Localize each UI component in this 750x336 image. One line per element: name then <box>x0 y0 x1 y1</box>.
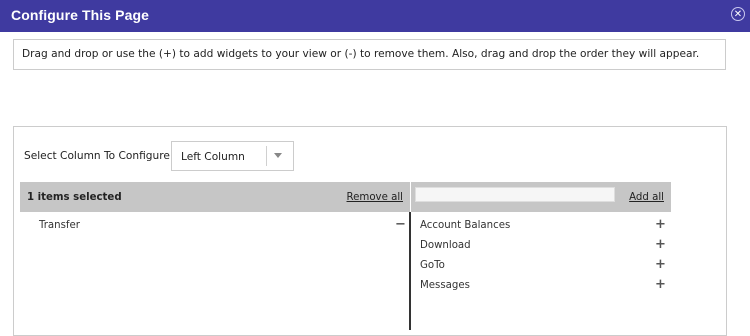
add-icon[interactable]: + <box>655 217 666 233</box>
column-select[interactable]: Left Column <box>171 141 294 171</box>
selected-widgets-header: 1 items selected Remove all <box>20 182 410 212</box>
chevron-down-icon[interactable] <box>274 153 282 158</box>
configure-page-dialog: Configure This Page ✕ Drag and drop or u… <box>0 0 750 336</box>
available-widgets-header: Add all <box>411 182 671 212</box>
widget-label: Account Balances <box>420 220 511 231</box>
widget-label: Download <box>420 240 471 251</box>
available-widget-messages[interactable]: Messages + <box>411 276 671 294</box>
widget-label: Transfer <box>39 220 80 231</box>
instructions-text: Drag and drop or use the (+) to add widg… <box>13 39 726 70</box>
selected-count: 1 items selected <box>27 192 122 203</box>
add-all-link[interactable]: Add all <box>629 192 664 203</box>
add-icon[interactable]: + <box>655 277 666 293</box>
available-widget-account-balances[interactable]: Account Balances + <box>411 216 671 234</box>
select-divider <box>266 146 267 166</box>
widget-filter-input[interactable] <box>415 187 615 202</box>
add-icon[interactable]: + <box>655 257 666 273</box>
available-widget-download[interactable]: Download + <box>411 236 671 254</box>
selected-widgets-list: Transfer − <box>20 212 410 330</box>
dialog-title: Configure This Page <box>11 7 150 23</box>
remove-all-link[interactable]: Remove all <box>347 192 403 203</box>
widget-label: GoTo <box>420 260 445 271</box>
close-icon[interactable]: ✕ <box>731 7 745 21</box>
column-select-label: Select Column To Configure: <box>24 150 174 162</box>
available-widgets-list: Account Balances + Download + GoTo + Mes… <box>411 212 671 330</box>
remove-icon[interactable]: − <box>395 217 406 233</box>
selected-widget-transfer[interactable]: Transfer − <box>20 216 410 234</box>
add-icon[interactable]: + <box>655 237 666 253</box>
column-select-value: Left Column <box>181 151 245 163</box>
available-widget-goto[interactable]: GoTo + <box>411 256 671 274</box>
widget-label: Messages <box>420 280 470 291</box>
dialog-titlebar: Configure This Page ✕ <box>0 0 750 32</box>
